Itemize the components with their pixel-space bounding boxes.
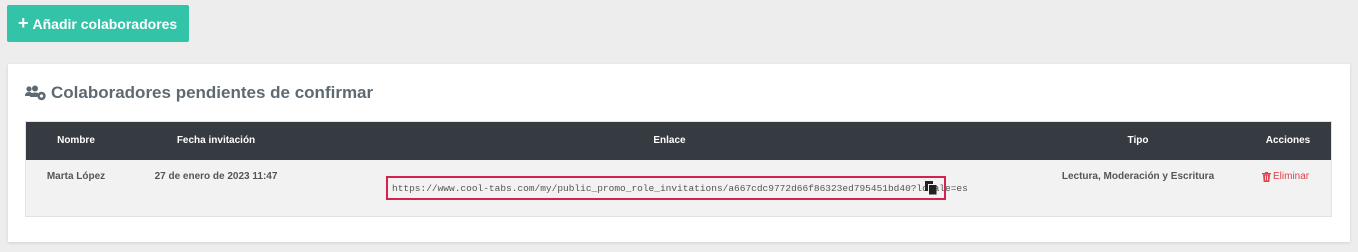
panel-header: Colaboradores pendientes de confirmar (25, 83, 373, 103)
pending-collaborators-table: Nombre Fecha invitación Enlace Tipo Acci… (25, 121, 1332, 217)
copy-icon[interactable] (925, 181, 937, 195)
plus-icon: + (18, 12, 29, 33)
cell-type: Lectura, Moderación y Escritura (1061, 171, 1215, 182)
invitation-link[interactable]: https://www.cool-tabs.com/my/public_prom… (392, 183, 968, 194)
add-collaborators-button[interactable]: + Añadir colaboradores (7, 5, 189, 42)
panel-title: Colaboradores pendientes de confirmar (51, 83, 374, 102)
header-type: Tipo (1127, 135, 1149, 146)
cell-date: 27 de enero de 2023 11:47 (154, 171, 278, 182)
header-actions: Acciones (1265, 135, 1311, 146)
header-date: Fecha invitación (176, 135, 256, 146)
users-cog-icon (25, 85, 47, 101)
table-header: Nombre Fecha invitación Enlace Tipo Acci… (26, 122, 1331, 160)
pending-collaborators-panel: Colaboradores pendientes de confirmar No… (8, 64, 1350, 242)
delete-label: Eliminar (1273, 171, 1310, 182)
delete-button[interactable]: Eliminar (1262, 171, 1309, 182)
header-name: Nombre (57, 135, 95, 146)
trash-icon (1262, 171, 1271, 182)
header-link: Enlace (653, 135, 686, 146)
table-row: Marta López 27 de enero de 2023 11:47 ht… (26, 160, 1331, 217)
cell-name: Marta López (46, 171, 106, 182)
add-collaborators-label: Añadir colaboradores (32, 15, 178, 32)
invitation-link-box[interactable]: https://www.cool-tabs.com/my/public_prom… (386, 176, 968, 200)
